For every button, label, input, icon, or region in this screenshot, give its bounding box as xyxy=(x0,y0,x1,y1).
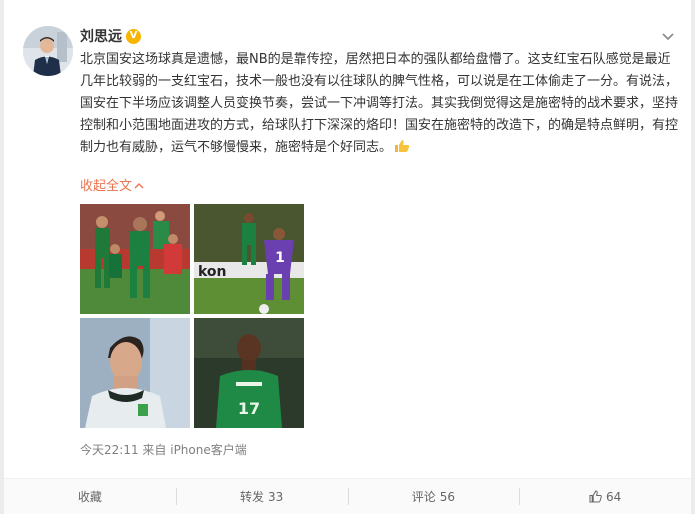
comment-count: 56 xyxy=(439,489,456,504)
favorite-label: 收藏 xyxy=(77,490,102,504)
like-button[interactable]: 64 xyxy=(519,479,691,514)
repost-count: 33 xyxy=(267,489,284,504)
collapse-link[interactable]: 收起全文 xyxy=(80,175,144,194)
jersey-number: 1 xyxy=(275,250,285,266)
avatar[interactable] xyxy=(23,26,73,76)
repost-button[interactable]: 转发 33 xyxy=(175,479,348,514)
photo-coach-portrait[interactable] xyxy=(80,318,190,428)
svg-text:kon: kon xyxy=(198,264,227,280)
favorite-button[interactable]: 收藏 xyxy=(4,479,176,514)
weibo-post-card: 刘思远 V 北京国安这场球真是遗憾，最NB的是靠传控，居然把日本的强队都给盘懵了… xyxy=(4,0,691,514)
comment-button[interactable]: 评论 56 xyxy=(347,479,520,514)
photo-players-celebrating[interactable] xyxy=(80,204,190,314)
photo-player-17[interactable]: 17 xyxy=(194,318,304,428)
like-count: 64 xyxy=(605,489,622,504)
collapse-label: 收起全文 xyxy=(80,179,133,194)
image-grid: kon 1 17 xyxy=(80,204,306,428)
verified-badge-icon: V xyxy=(126,28,141,44)
action-bar: 收藏 转发 33 评论 56 64 xyxy=(4,478,691,514)
chevron-down-icon[interactable] xyxy=(661,28,675,42)
author-name[interactable]: 刘思远 xyxy=(80,26,122,46)
jersey-number: 17 xyxy=(238,399,260,418)
post-meta: 今天22:11 来自 iPhone客户端 xyxy=(80,441,247,458)
post-timestamp[interactable]: 今天22:11 xyxy=(80,443,139,457)
chevron-up-icon xyxy=(134,179,144,194)
post-text: 北京国安这场球真是遗憾，最NB的是靠传控，居然把日本的强队都给盘懵了。这支红宝石… xyxy=(80,49,678,159)
photo-goalkeeper-save[interactable]: kon 1 xyxy=(194,204,304,314)
thumbs-up-icon xyxy=(589,490,602,503)
author-row: 刘思远 V xyxy=(80,26,141,46)
comment-label: 评论 xyxy=(411,490,436,504)
post-source: 来自 iPhone客户端 xyxy=(142,443,247,457)
thumbs-up-icon xyxy=(394,139,410,153)
repost-label: 转发 xyxy=(239,490,264,504)
post-body: 北京国安这场球真是遗憾，最NB的是靠传控，居然把日本的强队都给盘懵了。这支红宝石… xyxy=(80,52,679,155)
